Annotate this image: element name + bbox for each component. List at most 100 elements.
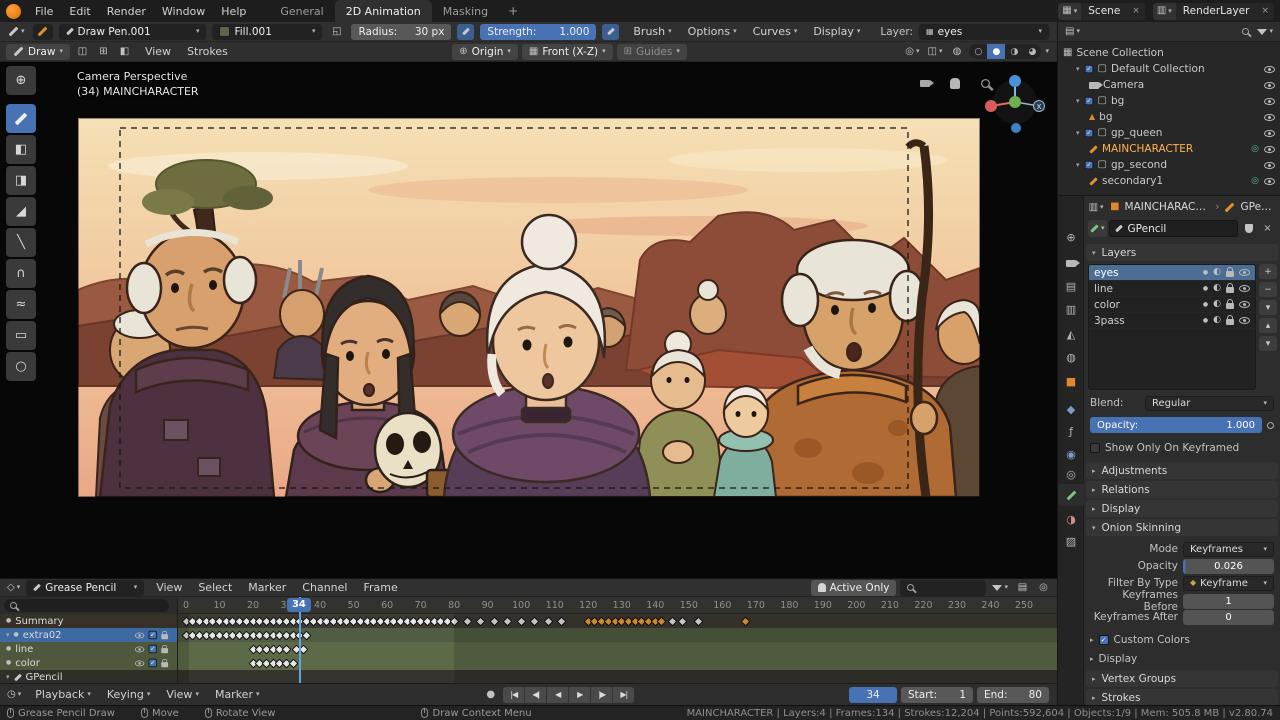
channel-summary[interactable]: ●Summary: [0, 614, 177, 628]
hide-eye-icon[interactable]: [1264, 98, 1275, 105]
vertex-groups-panel-header[interactable]: ▸Vertex Groups: [1086, 670, 1278, 687]
snap-menu-icon[interactable]: ▤: [1014, 580, 1031, 596]
tool-cutter-button[interactable]: ◢: [6, 197, 36, 226]
gizmos-dropdown[interactable]: ◎▾: [903, 44, 921, 60]
expand-icon[interactable]: ▾: [6, 631, 10, 639]
topbar-menu-edit[interactable]: Edit: [61, 5, 98, 18]
workspace-tab-2d-animation[interactable]: 2D Animation: [335, 0, 432, 22]
mute-checkbox[interactable]: ✓: [149, 659, 158, 668]
properties-tab-material[interactable]: ◑: [1058, 508, 1084, 530]
datablock-name-field[interactable]: GPencil: [1109, 220, 1238, 237]
hide-eye-icon[interactable]: [1239, 285, 1250, 292]
expand-icon[interactable]: ▾: [1076, 65, 1080, 73]
display-panel-header[interactable]: ▸Display: [1086, 500, 1278, 517]
expand-icon[interactable]: ▾: [6, 673, 10, 681]
mask-icon[interactable]: ◐: [1213, 300, 1221, 309]
layer-specials-button[interactable]: ▾: [1259, 300, 1277, 315]
channel-search-input[interactable]: [4, 599, 169, 612]
timeline-menu-marker[interactable]: Marker▾: [207, 688, 268, 701]
layer-row-eyes[interactable]: eyes ● ◐: [1089, 265, 1255, 281]
play-reverse-button[interactable]: ◀: [547, 687, 568, 703]
shading-wireframe-button[interactable]: ○: [969, 44, 987, 59]
hide-eye-icon[interactable]: [1264, 114, 1275, 121]
editor-type-button[interactable]: ▾: [6, 24, 27, 40]
pin-material-icon[interactable]: ◱: [328, 24, 345, 40]
editor-type-button[interactable]: ◷▾: [5, 687, 23, 703]
hide-eye-icon[interactable]: [135, 646, 144, 652]
radius-pressure-button[interactable]: [457, 24, 474, 40]
mask-icon[interactable]: ◐: [1213, 316, 1221, 325]
dopesheet-menu-channel[interactable]: Channel: [294, 581, 355, 594]
onion-opacity-slider[interactable]: 0.026: [1183, 559, 1274, 574]
scene-icon[interactable]: ▦▾: [1058, 3, 1081, 20]
outliner-row-camera[interactable]: Camera: [1058, 77, 1280, 93]
outliner-row-secondary1[interactable]: secondary1◎: [1058, 173, 1280, 189]
blend-dropdown[interactable]: Regular▾: [1145, 396, 1274, 411]
properties-tab-output[interactable]: ▤: [1058, 275, 1084, 297]
toolsettings-menu-brush[interactable]: Brush▾: [625, 25, 679, 38]
timeline-menu-keying[interactable]: Keying▾: [99, 688, 158, 701]
outliner-row-default-collection[interactable]: ▾✓▢Default Collection: [1058, 61, 1280, 77]
outliner-row-bg[interactable]: ▾✓▢bg: [1058, 93, 1280, 109]
properties-tab-physics[interactable]: ◉: [1058, 443, 1084, 465]
hide-eye-icon[interactable]: [1264, 130, 1275, 137]
collection-checkbox[interactable]: ✓: [1084, 65, 1093, 74]
jump-to-start-button[interactable]: |◀: [503, 687, 524, 703]
relations-panel-header[interactable]: ▸Relations: [1086, 481, 1278, 498]
expand-icon[interactable]: ▾: [1076, 129, 1080, 137]
properties-tab-world[interactable]: ◍: [1058, 346, 1084, 368]
dopesheet-search-input[interactable]: [900, 580, 986, 596]
layer-row-line[interactable]: line ● ◐: [1089, 281, 1255, 297]
current-frame-field[interactable]: 34: [849, 687, 897, 703]
strokes-panel-header[interactable]: ▸Strokes: [1086, 689, 1278, 706]
collection-checkbox[interactable]: ✓: [1084, 161, 1093, 170]
tool-draw-button[interactable]: [6, 104, 36, 133]
timeline-menu-playback[interactable]: Playback▾: [27, 688, 99, 701]
properties-tab-constraints[interactable]: ◎: [1058, 463, 1084, 485]
properties-tab-active-tool[interactable]: ⊕: [1058, 226, 1084, 248]
stroke-placement-dropdown[interactable]: ⊕Origin▾: [452, 44, 518, 60]
shading-solid-button[interactable]: ●: [987, 44, 1005, 59]
lock-icon[interactable]: [1226, 271, 1234, 277]
editor-type-button[interactable]: ◇▾: [5, 580, 22, 596]
brush-name-dropdown[interactable]: Draw Pen.001▾: [59, 24, 207, 40]
properties-tab-view-layer[interactable]: ▥: [1058, 298, 1084, 320]
outliner-row-maincharacter[interactable]: MAINCHARACTER◎: [1058, 141, 1280, 157]
keyframes-before-field[interactable]: 1: [1183, 594, 1274, 609]
guides-dropdown[interactable]: ⊞Guides▾: [617, 44, 687, 60]
dopesheet-menu-view[interactable]: View: [148, 581, 190, 594]
properties-tab-render[interactable]: [1058, 252, 1084, 274]
lock-icon[interactable]: [161, 634, 168, 639]
workspace-tab-masking[interactable]: Masking: [432, 0, 499, 22]
filter-button[interactable]: ▾: [990, 580, 1010, 596]
breadcrumb-data[interactable]: GPencil: [1240, 201, 1277, 213]
strength-slider[interactable]: Strength:1.000: [480, 24, 596, 40]
add-workspace-button[interactable]: +: [499, 4, 527, 18]
browse-gpencil-button[interactable]: ▾: [1088, 220, 1107, 237]
tool-fill-button[interactable]: ◧: [6, 135, 36, 164]
tool-arc-button[interactable]: ∩: [6, 259, 36, 288]
mask-toggle[interactable]: ◧: [116, 44, 133, 60]
layer-opacity-slider[interactable]: Opacity:1.000: [1090, 417, 1262, 433]
workspace-tab-general[interactable]: General: [269, 0, 334, 22]
onion-display-row[interactable]: ▸ Display: [1090, 651, 1274, 667]
viewport[interactable]: Camera Perspective (34) MAINCHARACTER ⊕◧…: [0, 62, 1057, 578]
outliner-row-gp-queen[interactable]: ▾✓▢gp_queen: [1058, 125, 1280, 141]
tool-line-button[interactable]: ╲: [6, 228, 36, 257]
collection-checkbox[interactable]: ✓: [1084, 97, 1093, 106]
properties-tab-scene[interactable]: ◭: [1058, 323, 1084, 345]
outliner-row-gp-second[interactable]: ▾✓▢gp_second: [1058, 157, 1280, 173]
move-view-button[interactable]: [946, 74, 964, 92]
hide-eye-icon[interactable]: [135, 632, 144, 638]
outliner-row-scene-collection[interactable]: ▦Scene Collection: [1058, 45, 1280, 61]
outliner-row-bg[interactable]: ▲bg: [1058, 109, 1280, 125]
search-icon[interactable]: [1242, 28, 1249, 35]
tool-circle-button[interactable]: ○: [6, 352, 36, 381]
current-frame-badge[interactable]: 34: [287, 598, 311, 612]
scene-selector[interactable]: ▦▾ Scene ×: [1058, 3, 1145, 20]
keyframes-after-field[interactable]: 0: [1183, 610, 1274, 625]
viewport-menu-strokes[interactable]: Strokes: [179, 45, 236, 58]
tool-erase-button[interactable]: ◨: [6, 166, 36, 195]
layer-row-3pass[interactable]: 3pass ● ◐: [1089, 313, 1255, 329]
active-only-toggle[interactable]: Active Only: [811, 580, 897, 596]
